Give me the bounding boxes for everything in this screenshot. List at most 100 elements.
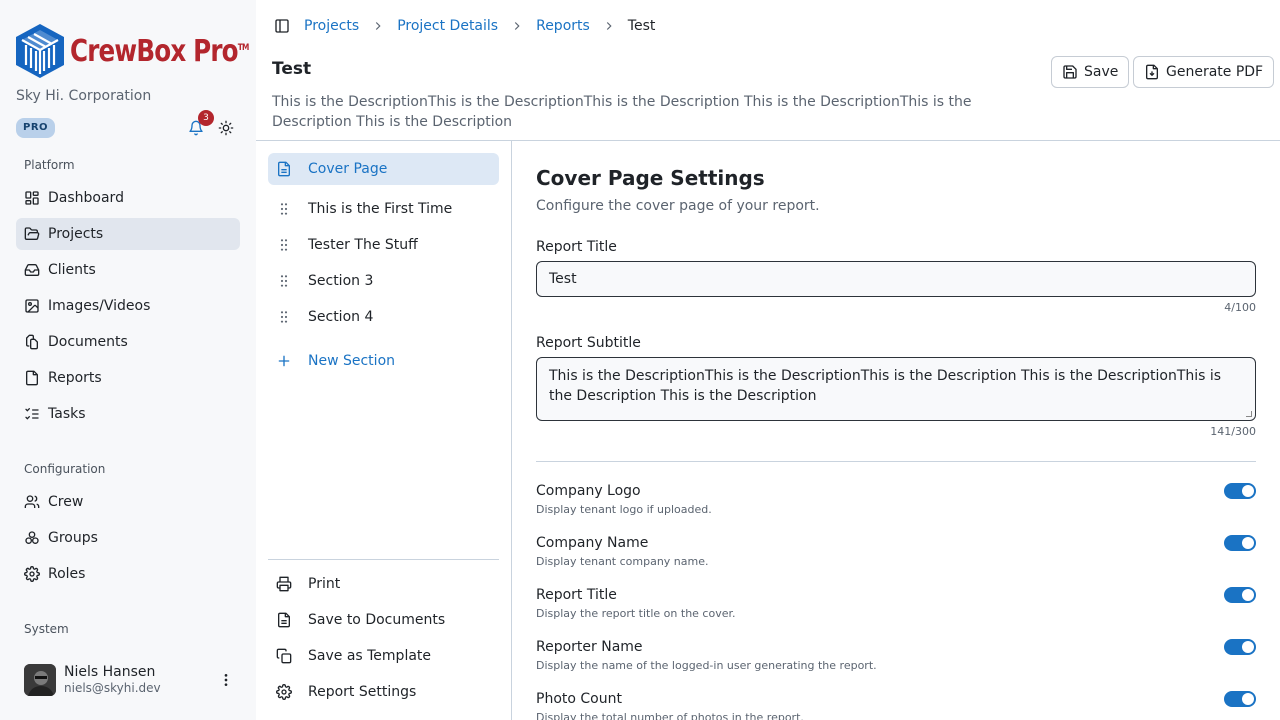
file-download-icon [1146,64,1158,80]
settings-divider [536,461,1256,462]
sidebar-item-images-videos[interactable]: Images/Videos [16,290,240,322]
sidebar-item-label: Reports [48,370,102,386]
user-menu-button[interactable] [218,672,234,688]
breadcrumb-current: Test [627,18,656,34]
file-text-icon [278,161,290,177]
clients-icon [24,264,40,276]
report-settings-button[interactable]: Report Settings [268,676,499,708]
sidebar-item-label: Documents [48,334,128,350]
user-email: niels@skyhi.dev [64,681,161,695]
report-subtitle-char-count: 141/300 [1210,425,1256,438]
breadcrumb-project-details[interactable]: Project Details [397,18,498,34]
save-icon [1063,65,1077,79]
section-item-label: This is the First Time [308,201,453,217]
breadcrumb: Projects Project Details Reports Test [304,16,655,36]
report-title-value: Test [549,271,577,287]
section-item-cover-page[interactable]: Cover Page [268,153,499,185]
breadcrumb-reports[interactable]: Reports [536,18,590,34]
sidebar-item-label: Clients [48,262,96,278]
photo-count-toggle[interactable] [1224,691,1256,707]
report-title-toggle[interactable] [1224,587,1256,603]
theme-toggle-button[interactable] [216,118,236,138]
sidebar-item-label: Crew [48,494,84,510]
breadcrumb-projects[interactable]: Projects [304,18,359,34]
section-item[interactable]: This is the First Time [268,193,499,225]
panel-left-icon [275,19,289,33]
plan-badge: PRO [16,118,56,138]
groups-icon [25,531,39,544]
section-item-label: Cover Page [308,161,388,177]
print-button[interactable]: Print [268,568,499,600]
save-button[interactable]: Save [1051,56,1130,88]
logo[interactable]: CrewBox ProTM [16,24,288,78]
drag-handle-icon[interactable] [276,273,292,289]
company-name-toggle[interactable] [1224,535,1256,551]
documents-icon [26,334,38,350]
resize-handle-icon[interactable] [1246,411,1252,417]
company-name-description: Display tenant company name. [536,555,709,568]
sidebar-item-reports[interactable]: Reports [16,362,240,394]
gear-icon [24,566,40,582]
sidebar-item-label: Images/Videos [48,298,151,314]
settings-title: Cover Page Settings [536,166,765,190]
report-title-toggle-description: Display the report title on the cover. [536,607,736,620]
reporter-name-description: Display the name of the logged-in user g… [536,659,877,672]
save-to-documents-button[interactable]: Save to Documents [268,604,499,636]
report-title-toggle-label: Report Title [536,587,617,603]
reporter-name-toggle[interactable] [1224,639,1256,655]
sidebar-item-crew[interactable]: Crew [16,486,240,518]
sidebar-item-tasks[interactable]: Tasks [16,398,240,430]
company-logo-label: Company Logo [536,483,641,499]
save-to-documents-label: Save to Documents [308,612,446,628]
plus-icon [278,355,290,367]
save-button-label: Save [1084,64,1119,80]
section-item[interactable]: Section 3 [268,265,499,297]
report-subtitle-textarea[interactable]: This is the DescriptionThis is the Descr… [536,357,1256,421]
report-title-char-count: 4/100 [1224,301,1256,314]
sidebar-item-dashboard[interactable]: Dashboard [16,182,240,214]
report-subtitle-value: This is the DescriptionThis is the Descr… [549,368,1222,404]
sidebar-item-clients[interactable]: Clients [16,254,240,286]
company-logo-toggle[interactable] [1224,483,1256,499]
folder-icon [24,227,40,240]
sun-icon [218,120,234,136]
section-item-label: Section 4 [308,309,374,325]
user-profile[interactable]: Niels Hansen niels@skyhi.dev [24,664,240,696]
printer-icon [276,576,292,592]
company-name-label: Company Name [536,535,649,551]
section-panel: Cover Page This is the First Time Tester… [256,141,512,720]
generate-pdf-button-label: Generate PDF [1166,64,1264,80]
sidebar-item-documents[interactable]: Documents [16,326,240,358]
drag-handle-icon[interactable] [276,309,292,325]
logo-text: CrewBox ProTM [70,33,249,69]
save-as-template-button[interactable]: Save as Template [268,640,499,672]
drag-handle-icon[interactable] [276,201,292,217]
sidebar-item-label: Projects [48,226,104,242]
system-section-label: System [24,622,69,636]
new-section-button[interactable]: New Section [268,345,499,377]
settings-description: Configure the cover page of your report. [536,198,820,214]
photo-count-label: Photo Count [536,691,622,707]
print-label: Print [308,576,341,592]
crewbox-logo-icon [16,24,64,78]
report-title-label: Report Title [536,239,617,255]
report-subtitle-label: Report Subtitle [536,335,641,351]
sidebar-item-projects[interactable]: Projects [16,218,240,250]
sidebar-toggle-button[interactable] [272,16,292,36]
section-item-label: Section 3 [308,273,374,289]
section-item-label: Tester The Stuff [308,237,418,253]
configuration-section-label: Configuration [24,462,106,476]
section-item[interactable]: Section 4 [268,301,499,333]
sidebar-item-groups[interactable]: Groups [16,522,240,554]
panel-divider [268,559,499,560]
chevron-right-icon [371,19,385,33]
section-item[interactable]: Tester The Stuff [268,229,499,261]
sidebar-item-roles[interactable]: Roles [16,558,240,590]
drag-handle-icon[interactable] [276,237,292,253]
avatar [24,664,56,696]
generate-pdf-button[interactable]: Generate PDF [1133,56,1275,88]
sidebar-item-label: Dashboard [48,190,124,206]
file-text-icon [278,612,290,628]
report-title-input[interactable]: Test [536,261,1256,297]
platform-section-label: Platform [24,158,75,172]
